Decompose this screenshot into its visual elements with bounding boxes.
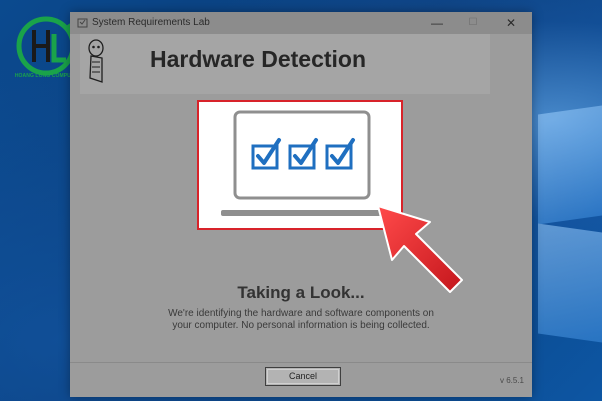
description-line: We're identifying the hardware and softw… (168, 308, 434, 319)
srl-dialog: System Requirements Lab — ☐ ✕ Hardware D… (70, 12, 532, 397)
srl-mascot-icon (88, 39, 104, 83)
maximize-button[interactable]: ☐ (458, 14, 488, 32)
status-description: We're identifying the hardware and softw… (140, 308, 462, 332)
description-line: your computer. No personal information i… (172, 320, 430, 331)
page-title: Hardware Detection (150, 46, 367, 72)
cancel-button[interactable]: Cancel (265, 367, 341, 386)
footer-divider (70, 362, 532, 363)
version-label: v 6.5.1 (499, 376, 524, 385)
close-button[interactable]: ✕ (496, 14, 526, 32)
red-arrow-icon (377, 205, 463, 293)
window-title: System Requirements Lab (92, 17, 210, 28)
windows-logo (530, 105, 602, 343)
title-bar[interactable]: System Requirements Lab — ☐ ✕ (70, 12, 532, 34)
status-heading: Taking a Look... (237, 283, 365, 302)
app-icon (77, 18, 88, 28)
minimize-button[interactable]: — (422, 14, 452, 32)
